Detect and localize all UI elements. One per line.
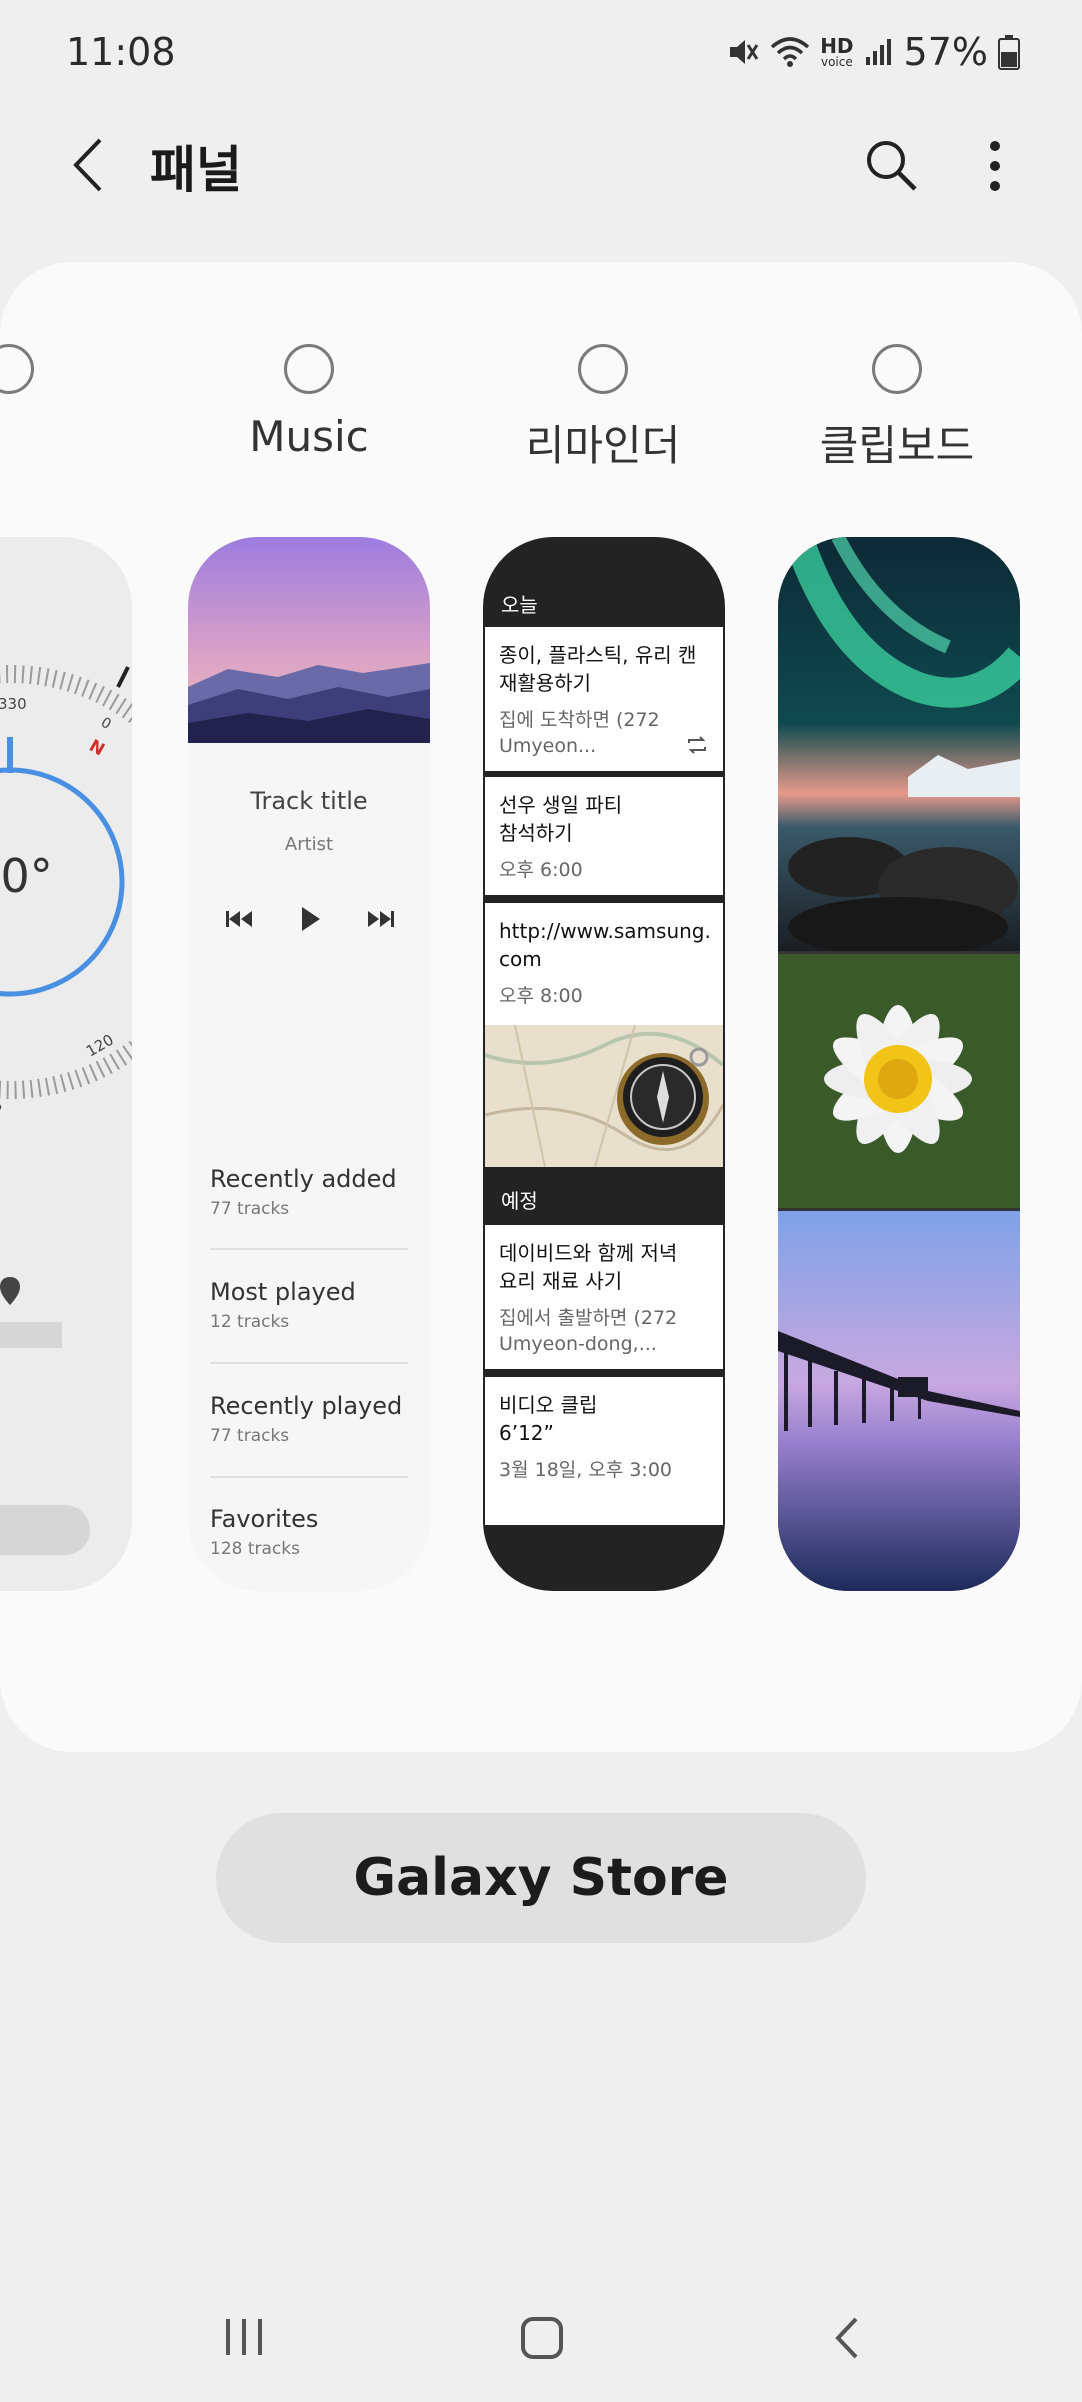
reminder-item[interactable]: 선우 생일 파티 참석하기 오후 6:00 [485,777,723,895]
list-count: 128 tracks [210,1539,300,1559]
previous-track-icon[interactable] [224,907,254,935]
list-title: Recently played [210,1392,403,1420]
svg-text:0: 0 [98,715,114,733]
reminder-title: 종이, 플라스틱, 유리 캔 재활용하기 [499,643,697,695]
divider [210,1248,408,1250]
next-track-icon[interactable] [366,907,396,935]
music-list-item[interactable]: Recently played 77 tracks [210,1392,408,1446]
recent-apps-icon[interactable] [222,2315,266,2363]
svg-text:N: N [86,736,108,760]
status-icons: HD voice 57% [726,30,1020,74]
search-icon[interactable] [862,136,920,194]
aurora-image [778,537,1020,951]
signal-icon [864,37,894,67]
list-title: Recently added [210,1165,397,1193]
list-title: Most played [210,1278,356,1306]
repeat-icon [685,735,709,759]
divider [210,1362,408,1364]
status-time: 11:08 [66,30,176,74]
reminder-sub: 집에 도착하면 (272 Umyeon... [499,709,660,757]
hd-label: HD [820,34,854,58]
play-icon[interactable] [298,905,322,937]
battery-percent: 57% [903,30,988,74]
wifi-icon [770,35,810,69]
reminder-item[interactable]: 종이, 플라스틱, 유리 캔 재활용하기 집에 도착하면 (272 Umyeon… [485,627,723,771]
track-artist: Artist [284,834,334,855]
panel-radio-music[interactable] [284,344,334,394]
list-title: Favorites [210,1505,319,1533]
svg-text:150: 150 [0,1083,5,1114]
music-list-item[interactable]: Favorites 128 tracks [210,1505,408,1559]
nav-back-icon[interactable] [828,2315,868,2365]
music-panel-preview[interactable]: Track title Artist Recently added 77 tra… [188,537,430,1591]
reminder-title: 비디오 클립 6’12” [499,1393,598,1445]
reminder-item[interactable]: http://www.samsung.com 오후 8:00 [485,903,723,1167]
more-options-icon[interactable] [980,136,1010,196]
page-title: 패널 [150,141,242,199]
reminder-upcoming-label: 예정 [501,1189,538,1213]
reminder-today-label: 오늘 [501,593,538,617]
mute-icon [726,35,760,69]
map-compass-image [485,1025,723,1167]
reminder-title: http://www.samsung.com [499,919,711,971]
home-icon[interactable] [519,2315,565,2365]
reminder-sub: 3월 18일, 오후 3:00 [499,1459,673,1481]
music-list-item[interactable]: Recently added 77 tracks [210,1165,408,1219]
panel-radio-reminder[interactable] [578,344,628,394]
pier-image [778,1211,1020,1591]
music-list-item[interactable]: Most played 12 tracks [210,1278,408,1332]
album-art [188,537,430,743]
list-count: 77 tracks [210,1199,290,1219]
reminder-sub: 오후 6:00 [499,859,583,881]
compass-panel-preview[interactable]: 330 0 N 120 150 330° [0,537,132,1591]
panel-label-reminder[interactable]: 리마인더 [463,412,743,473]
panel-label-tools[interactable]: 도구 [0,412,45,473]
reminder-panel-preview[interactable]: 오늘 종이, 플라스틱, 유리 캔 재활용하기 집에 도착하면 (272 Umy… [483,537,725,1591]
track-title: Track title [250,787,368,815]
clipboard-panel-preview[interactable] [778,537,1020,1591]
list-count: 77 tracks [210,1426,290,1446]
reminder-item[interactable]: 데이비드와 함께 저녁 요리 재료 사기 집에서 출발하면 (272 Umyeo… [485,1225,723,1369]
reminder-sub: 오후 8:00 [499,985,583,1007]
back-arrow-icon[interactable] [60,130,116,200]
battery-icon [998,34,1020,70]
daisy-image [778,954,1020,1208]
panel-label-clipboard[interactable]: 클립보드 [757,412,1037,473]
svg-text:330: 330 [0,695,27,713]
list-count: 12 tracks [210,1312,290,1332]
reminder-item[interactable]: 비디오 클립 6’12” 3월 18일, 오후 3:00 [485,1377,723,1525]
compass-heading: 330° [0,849,53,903]
panel-label-music[interactable]: Music [169,412,449,461]
hd-voice-icon: HD voice [820,36,853,68]
reminder-title: 데이비드와 함께 저녁 요리 재료 사기 [499,1241,678,1293]
panel-radio-tools[interactable] [0,344,34,394]
voice-label: voice [820,55,853,69]
reminder-title: 선우 생일 파티 참석하기 [499,793,623,845]
galaxy-store-button[interactable]: Galaxy Store [216,1813,866,1943]
divider [210,1476,408,1478]
panel-radio-clipboard[interactable] [872,344,922,394]
panel-carousel-card: 도구 Music 리마인더 클립보드 330 0 N 120 150 330° [0,262,1082,1752]
reminder-sub: 집에서 출발하면 (272 Umyeon-dong,... [499,1307,678,1355]
compass-dial: 330 0 N 120 150 [0,665,132,1555]
